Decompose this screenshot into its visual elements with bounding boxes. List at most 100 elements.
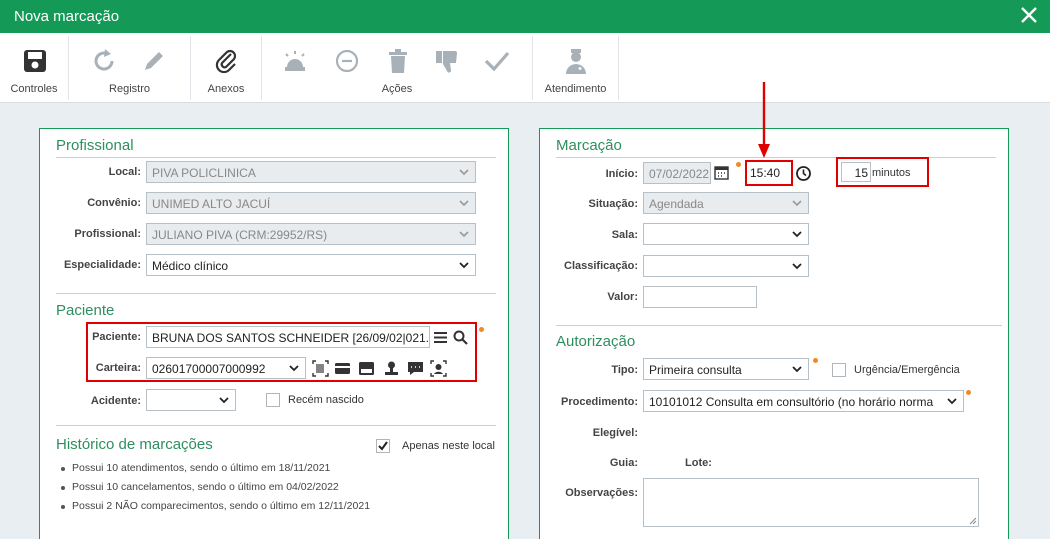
profissional-select[interactable]: JULIANO PIVA (CRM:29952/RS) [146,223,476,245]
credit-card-icon[interactable] [334,360,351,377]
toolbar: Controles Registro Anexos Ações Atendime… [0,33,1050,103]
apenas-local-label: Apenas neste local [402,440,495,452]
inicio-time-value: 15:40 [750,166,781,180]
chevron-down-icon [792,366,802,373]
acidente-select[interactable] [146,389,236,411]
urgencia-checkbox[interactable] [832,363,846,377]
toolbar-group-atendimento: Atendimento [533,36,619,100]
thumbs-down-icon[interactable] [432,46,462,76]
chevron-down-icon [459,169,469,176]
convenio-select[interactable]: UNIMED ALTO JACUÍ [146,192,476,214]
card-123-icon[interactable] [358,360,375,377]
paperclip-icon[interactable] [212,46,242,76]
inicio-date-input[interactable]: 07/02/2022 [643,162,711,184]
duracao-input[interactable]: 15 [841,162,871,182]
especialidade-select[interactable]: Médico clínico [146,254,476,276]
inicio-time-input[interactable]: 15:40 [748,163,790,183]
convenio-value: UNIMED ALTO JACUÍ [152,197,271,211]
label-inicio: Início: [605,168,638,180]
valor-input[interactable] [643,286,757,308]
divider [556,325,1002,326]
toolbar-group-acoes: Ações [262,36,533,100]
situacao-select[interactable]: Agendada [643,192,809,214]
required-indicator [479,327,484,332]
section-title-historico: Histórico de marcações [56,436,213,453]
paciente-value: BRUNA DOS SANTOS SCHNEIDER [26/09/02|021… [152,331,430,345]
resize-handle-icon[interactable] [968,516,977,525]
especialidade-value: Médico clínico [152,259,229,273]
label-tipo: Tipo: [611,364,638,376]
label-profissional: Profissional: [74,228,141,240]
profissional-value: JULIANO PIVA (CRM:29952/RS) [152,228,328,242]
observacoes-textarea[interactable] [643,478,979,527]
chevron-down-icon [946,394,958,408]
local-select[interactable]: PIVA POLICLINICA [146,161,476,183]
label-carteira: Carteira: [95,362,141,374]
toolbar-label-acoes: Ações [381,83,413,95]
face-recognition-icon[interactable] [430,360,447,377]
search-icon[interactable] [452,329,469,346]
procedimento-value: 10101012 Consulta em consultório (no hor… [649,395,934,409]
tipo-select[interactable]: Primeira consulta [643,358,809,380]
window-title: Nova marcação [14,8,120,25]
duracao-value: 15 [854,166,868,180]
clock-icon[interactable] [795,165,812,182]
toolbar-label-anexos: Anexos [207,83,245,95]
apenas-local-checkbox[interactable] [376,439,390,453]
sala-select[interactable] [643,223,809,245]
section-title-autorizacao: Autorização [556,333,636,350]
list-item: Possui 2 NÃO comparecimentos, sendo o úl… [56,500,370,512]
divider [56,425,496,426]
close-icon[interactable] [1018,4,1040,26]
chevron-down-icon [459,231,469,238]
trash-icon[interactable] [383,46,413,76]
label-convenio: Convênio: [87,197,141,209]
chevron-down-icon [459,200,469,207]
required-indicator [813,358,818,363]
checkmark-icon[interactable] [482,46,512,76]
recem-nascido-checkbox[interactable] [266,393,280,407]
carteira-select[interactable]: 02601700007000992 [146,357,306,379]
save-icon[interactable] [20,46,50,76]
toolbar-group-controles: Controles [0,36,69,100]
toolbar-group-anexos: Anexos [191,36,262,100]
section-title-marcacao: Marcação [556,137,622,154]
fingerprint-stamp-icon[interactable] [383,360,400,377]
chevron-down-icon [792,231,802,238]
doctor-icon[interactable] [561,46,591,76]
right-panel: Marcação Início: 07/02/2022 15:40 15 min… [539,128,1009,539]
barcode-scan-icon[interactable] [312,360,329,377]
check-icon [378,441,388,451]
alarm-bell-icon[interactable] [280,46,310,76]
section-title-paciente: Paciente [56,302,115,319]
window-titlebar: Nova marcação [0,0,1050,33]
calendar-icon[interactable] [714,165,729,180]
toolbar-label-registro: Registro [109,83,150,95]
annotation-arrow [758,82,770,158]
label-sala: Sala: [611,229,638,241]
tipo-value: Primeira consulta [649,363,742,377]
procedimento-select[interactable]: 10101012 Consulta em consultório (no hor… [643,390,964,412]
label-guia: Guia: [609,457,638,469]
label-procedimento: Procedimento: [560,396,638,408]
label-situacao: Situação: [588,198,638,210]
toolbar-label-controles: Controles [10,83,58,95]
duracao-unit: minutos [872,167,911,179]
classificacao-select[interactable] [643,255,809,277]
recem-nascido-label: Recém nascido [288,394,364,406]
required-indicator [966,390,971,395]
refresh-icon[interactable] [89,46,119,76]
minus-circle-icon[interactable] [332,46,362,76]
chevron-down-icon [459,262,469,269]
divider [556,157,996,158]
label-acidente: Acidente: [90,395,141,407]
left-panel: Profissional Local: PIVA POLICLINICA Con… [39,128,509,539]
label-classificacao: Classificação: [564,260,638,272]
edit-pencil-icon[interactable] [139,46,169,76]
menu-list-icon[interactable] [432,329,449,346]
label-paciente: Paciente: [92,331,141,343]
toolbar-label-atendimento: Atendimento [544,83,607,95]
divider [56,157,496,158]
chat-bubble-icon[interactable] [407,360,424,377]
paciente-input[interactable]: BRUNA DOS SANTOS SCHNEIDER [26/09/02|021… [146,326,430,348]
